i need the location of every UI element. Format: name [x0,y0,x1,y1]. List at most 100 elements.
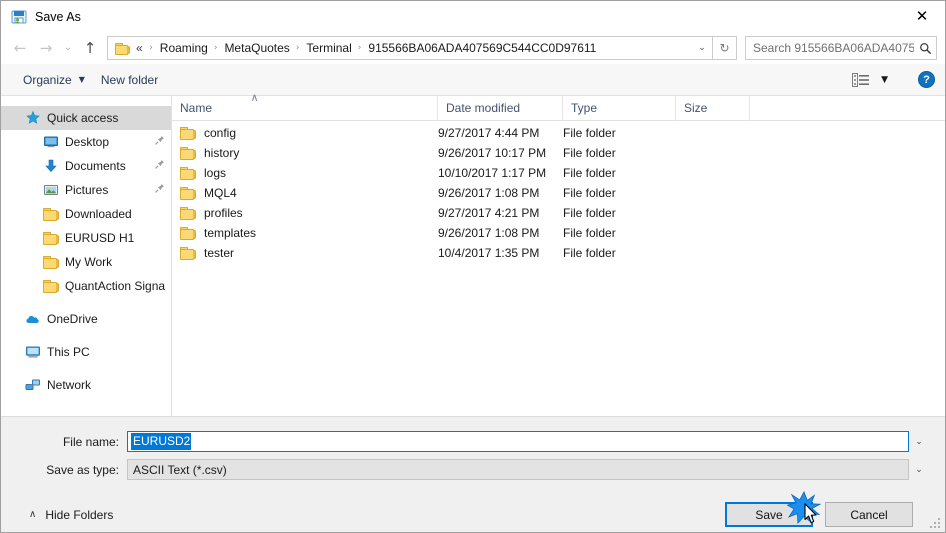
close-icon[interactable]: ✕ [899,1,945,32]
file-type-cell: File folder [563,206,616,220]
sidebar-item-network[interactable]: Network [1,373,171,397]
sidebar-item-pictures[interactable]: Pictures [1,178,171,202]
address-dropdown-icon[interactable]: ⌄ [692,37,712,59]
new-folder-button[interactable]: New folder [93,68,166,92]
file-name-label: templates [204,226,257,240]
file-list-pane: ∧ Name Date modified Type Size config 9/… [172,91,945,416]
chevron-down-icon[interactable]: ⌄ [909,431,929,452]
breadcrumb-item-roaming[interactable]: Roaming [159,41,209,55]
sidebar-item-quick-access[interactable]: Quick access [1,106,171,130]
table-row[interactable]: templates 9/26/2017 1:08 PM File folder [172,223,945,243]
column-header-size[interactable]: Size [675,95,750,121]
file-date-cell: 9/26/2017 1:08 PM [438,186,540,200]
file-type-cell: File folder [563,146,616,160]
file-name-label: history [204,146,240,160]
search-box[interactable]: Search 915566BA06ADA40756... [745,36,937,60]
file-name-label: tester [204,246,235,260]
breadcrumb-item-terminal-id[interactable]: 915566BA06ADA407569C544CC0D97611 [367,41,597,55]
sidebar-item-quantaction-signal[interactable]: QuantAction Signal [1,274,171,298]
window-title: Save As [35,9,81,24]
breadcrumb-separator: › [357,43,362,53]
column-header-date-modified[interactable]: Date modified [437,95,562,121]
save-as-type-label: Save as type: [46,462,119,477]
view-list-icon [852,72,870,87]
save-as-icon [11,9,27,25]
hide-folders-button[interactable]: ∧ Hide Folders [29,508,113,522]
save-as-type-select[interactable]: ASCII Text (*.csv) [127,459,909,480]
sidebar-item-label: EURUSD H1 [65,231,135,245]
folder-icon [180,226,196,240]
forward-button[interactable]: → [33,36,59,60]
view-layout-button[interactable]: ▼ [844,68,896,92]
file-name-cell: templates [172,226,437,240]
folder-icon [180,126,196,140]
table-row[interactable]: MQL4 9/26/2017 1:08 PM File folder [172,183,945,203]
save-as-dialog: Save As ✕ ← → ⌄ ↑ « › Roaming › MetaQuot… [0,0,946,533]
breadcrumb-item-terminal[interactable]: Terminal [305,41,352,55]
pc-icon [25,344,41,360]
star-icon [25,110,41,126]
navigation-bar: ← → ⌄ ↑ « › Roaming › MetaQuotes › Termi… [1,32,945,64]
file-date-cell: 10/10/2017 1:17 PM [438,166,547,180]
column-header-label: Name [180,101,213,115]
file-name-input[interactable]: EURUSD2 [127,431,909,452]
sidebar-item-label: QuantAction Signal [65,279,165,293]
table-row[interactable]: profiles 9/27/2017 4:21 PM File folder [172,203,945,223]
file-name-label: config [204,126,237,140]
pin-icon[interactable] [154,183,165,197]
breadcrumb-separator: › [295,43,300,53]
file-name-cell: MQL4 [172,186,437,200]
sidebar-item-label: Downloaded [65,207,132,221]
folder-icon [43,278,59,294]
hide-folders-label: Hide Folders [45,507,114,522]
resize-grip[interactable] [930,518,941,529]
back-button[interactable]: ← [7,36,33,60]
command-bar: Organize ▼ New folder ▼ ? [1,64,945,96]
sidebar-item-desktop[interactable]: Desktop [1,130,171,154]
sidebar-item-label: Pictures [65,183,109,197]
file-type-cell: File folder [563,166,616,180]
save-as-type-value: ASCII Text (*.csv) [133,462,227,477]
save-button[interactable]: Save [725,502,813,527]
folder-icon [180,246,196,260]
sidebar-item-this-pc[interactable]: This PC [1,340,171,364]
sidebar-item-my-work[interactable]: My Work [1,250,171,274]
help-button[interactable]: ? [918,71,935,88]
sidebar-separator [1,364,171,373]
folder-icon [43,254,59,270]
address-bar[interactable]: « › Roaming › MetaQuotes › Terminal › 91… [107,36,713,60]
file-name-label: MQL4 [204,186,237,200]
dialog-body: Quick access Desktop Documents Pictures … [1,91,945,416]
search-input[interactable]: Search 915566BA06ADA40756... [746,41,914,55]
navigation-pane: Quick access Desktop Documents Pictures … [1,96,172,416]
table-row[interactable]: logs 10/10/2017 1:17 PM File folder [172,163,945,183]
file-type-cell: File folder [563,246,616,260]
file-date-cell: 9/26/2017 1:08 PM [438,226,540,240]
desktop-icon [43,134,59,150]
pictures-icon [43,182,59,198]
sidebar-item-documents[interactable]: Documents [1,154,171,178]
recent-locations-icon[interactable]: ⌄ [59,36,77,60]
up-button[interactable]: ↑ [77,36,103,60]
search-icon [914,42,936,55]
sidebar-item-downloaded[interactable]: Downloaded [1,202,171,226]
breadcrumb-separator: › [213,43,218,53]
pin-icon[interactable] [154,159,165,173]
folder-icon [43,206,59,222]
breadcrumb-item-metaquotes[interactable]: MetaQuotes [223,41,290,55]
breadcrumb-overflow[interactable]: « [135,41,144,55]
sidebar-item-onedrive[interactable]: OneDrive [1,307,171,331]
cancel-button[interactable]: Cancel [825,502,913,527]
refresh-icon[interactable]: ↻ [713,36,737,60]
column-header-name[interactable]: ∧ Name [172,91,437,121]
table-row[interactable]: config 9/27/2017 4:44 PM File folder [172,123,945,143]
column-header-type[interactable]: Type [562,95,675,121]
chevron-down-icon[interactable]: ⌄ [909,459,929,480]
sidebar-separator [1,298,171,307]
pin-icon[interactable] [154,135,165,149]
sidebar-item-eurusd-h1[interactable]: EURUSD H1 [1,226,171,250]
organize-button[interactable]: Organize ▼ [15,68,93,92]
file-rows: config 9/27/2017 4:44 PM File folder his… [172,121,945,416]
table-row[interactable]: tester 10/4/2017 1:35 PM File folder [172,243,945,263]
table-row[interactable]: history 9/26/2017 10:17 PM File folder [172,143,945,163]
